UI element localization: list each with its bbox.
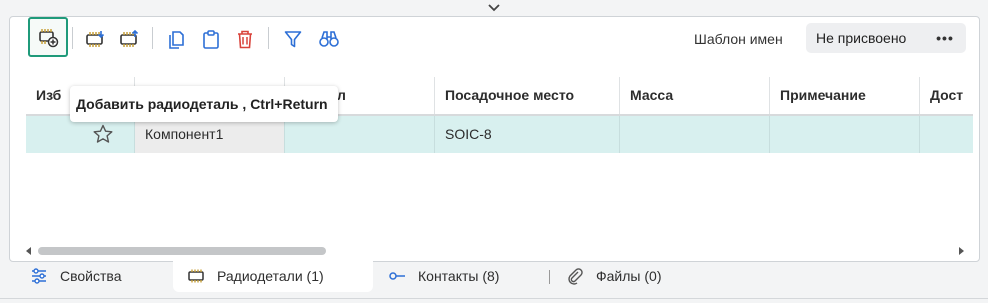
find-button[interactable] [316, 26, 342, 52]
pin-icon [389, 272, 405, 280]
availability-cell[interactable] [920, 116, 973, 153]
filter-icon [284, 31, 302, 48]
trash-icon [238, 30, 252, 49]
column-header-footprint[interactable]: Посадочное место [435, 77, 620, 114]
binoculars-icon [319, 31, 339, 47]
delete-button[interactable] [232, 26, 258, 52]
toolbar-separator [72, 27, 73, 49]
copy-button[interactable] [164, 26, 190, 52]
tab-properties[interactable]: Свойства [30, 260, 170, 292]
tooltip: Добавить радиодеталь , Ctrl+Return [70, 86, 338, 122]
tab-contacts[interactable]: Контакты (8) [388, 260, 538, 292]
tab-properties-label: Свойства [60, 268, 122, 284]
more-options-button[interactable]: ••• [928, 23, 962, 53]
star-icon[interactable] [92, 123, 114, 145]
tab-files[interactable]: Файлы (0) [566, 260, 706, 292]
scroll-left-arrow-icon[interactable] [26, 247, 31, 255]
tab-files-label: Файлы (0) [596, 268, 662, 284]
import-component-button[interactable] [82, 26, 108, 52]
clipboard-icon [203, 30, 219, 49]
tab-components[interactable]: Радиодетали (1) [173, 260, 373, 292]
tab-contacts-label: Контакты (8) [418, 268, 500, 284]
scroll-right-arrow-icon[interactable] [959, 247, 964, 255]
toolbar-separator [268, 27, 269, 49]
paste-button[interactable] [198, 26, 224, 52]
tab-separator [549, 270, 550, 284]
tab-components-label: Радиодетали (1) [217, 268, 324, 284]
chip-icon [188, 269, 204, 283]
template-label: Шаблон имен [694, 31, 783, 47]
footprint-cell[interactable]: SOIC-8 [435, 116, 620, 153]
column-header-note[interactable]: Примечание [770, 77, 920, 114]
paperclip-icon [568, 268, 583, 285]
add-component-button[interactable] [28, 17, 68, 57]
components-panel: Шаблон имен Не присвоено ••• Изб л Посад… [9, 16, 980, 262]
export-component-button[interactable] [116, 26, 142, 52]
column-header-availability[interactable]: Дост [920, 77, 973, 114]
toolbar-separator [152, 27, 153, 49]
column-header-mass[interactable]: Масса [620, 77, 770, 114]
horizontal-scrollbar[interactable] [26, 244, 964, 258]
chip-add-icon [39, 29, 59, 48]
note-cell[interactable] [770, 116, 920, 153]
copy-icon [169, 31, 184, 49]
scrollbar-thumb[interactable] [38, 247, 326, 255]
template-select[interactable]: Не присвоено ••• [806, 23, 966, 53]
mass-cell[interactable] [620, 116, 770, 153]
chip-export-icon [120, 29, 139, 47]
bottom-divider [0, 298, 988, 299]
sliders-icon [32, 268, 46, 284]
template-select-value: Не присвоено [816, 30, 907, 46]
filter-button[interactable] [280, 26, 306, 52]
chip-import-icon [86, 31, 105, 47]
chevron-down-icon[interactable] [486, 2, 502, 14]
